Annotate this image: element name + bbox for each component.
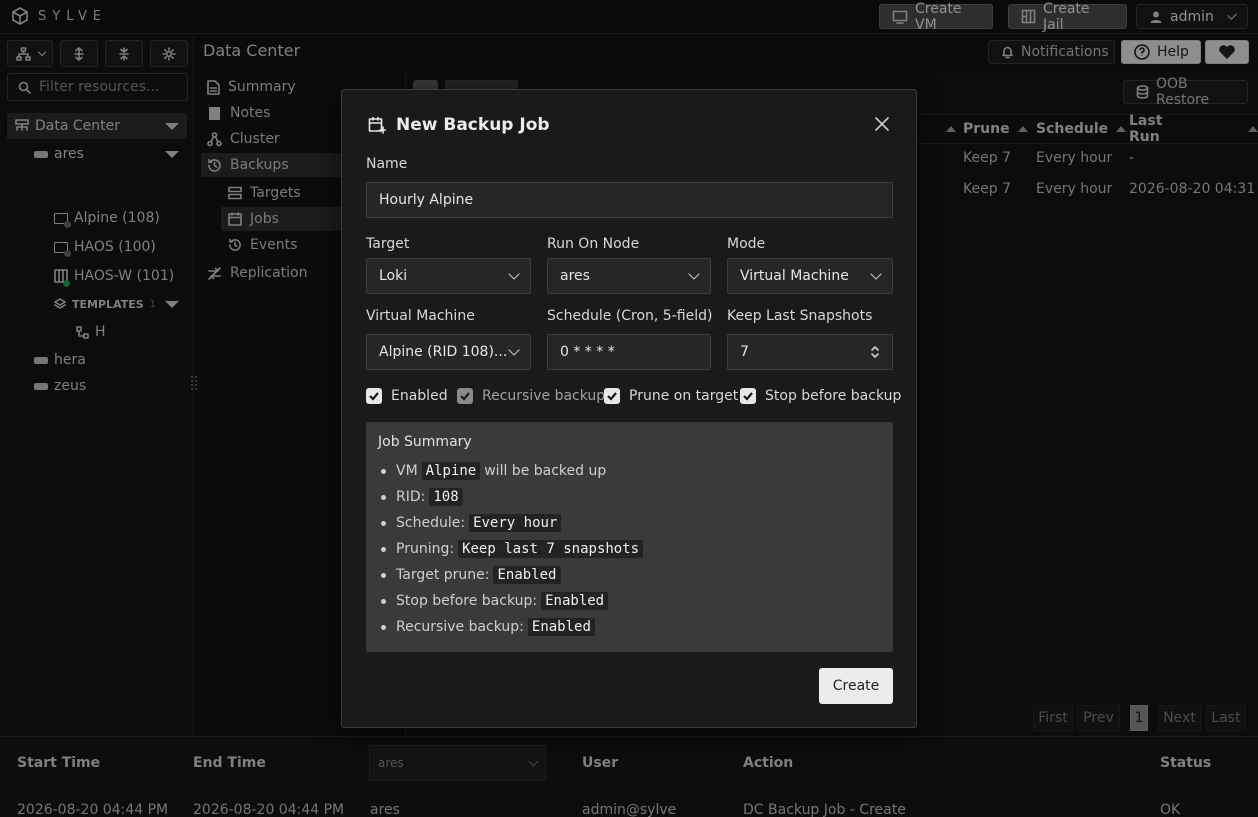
summary-item: Schedule: Every hour (378, 510, 881, 536)
chevron-down-icon (688, 268, 700, 280)
summary-item: Pruning: Keep last 7 snapshots (378, 536, 881, 562)
job-summary: Job Summary VM Alpine will be backed up RI… (366, 422, 893, 652)
summary-item: Stop before backup: Enabled (378, 588, 881, 614)
mode-label: Mode (727, 236, 766, 252)
name-value: Hourly Alpine (379, 192, 474, 208)
recursive-backup-checkbox[interactable]: Recursive backup (457, 388, 605, 404)
summary-title: Job Summary (378, 434, 472, 450)
vm-select[interactable]: Alpine (RID 108)... (366, 334, 531, 370)
checkbox-checked-icon (740, 388, 756, 404)
name-input[interactable]: Hourly Alpine (366, 182, 893, 218)
mode-select[interactable]: Virtual Machine (727, 258, 893, 294)
chevron-down-icon (508, 344, 520, 356)
summary-item: Recursive backup: Enabled (378, 614, 881, 640)
prune-on-target-checkbox[interactable]: Prune on target (604, 388, 738, 404)
vm-value: Alpine (RID 108)... (379, 344, 508, 360)
node-label: Run On Node (547, 236, 640, 252)
keep-snapshots-input[interactable]: 7 (727, 334, 893, 370)
stop-before-backup-checkbox[interactable]: Stop before backup (740, 388, 901, 404)
schedule-input[interactable]: 0 * * * * (547, 334, 711, 370)
close-icon[interactable] (874, 116, 890, 132)
name-label: Name (366, 156, 408, 172)
checkbox-checked-icon (604, 388, 620, 404)
schedule-label: Schedule (Cron, 5-field) (547, 308, 713, 324)
target-value: Loki (379, 268, 408, 284)
chevron-down-icon (870, 268, 882, 280)
checkbox-checked-icon (366, 388, 382, 404)
checkbox-label: Enabled (391, 388, 448, 404)
target-select[interactable]: Loki (366, 258, 531, 294)
keep-label: Keep Last Snapshots (727, 308, 873, 324)
calendar-plus-icon (368, 116, 386, 134)
checkbox-checked-icon (457, 388, 473, 404)
checkbox-label: Stop before backup (765, 388, 902, 404)
dialog-title-text: New Backup Job (396, 115, 550, 135)
run-on-node-select[interactable]: ares (547, 258, 711, 294)
enabled-checkbox[interactable]: Enabled (366, 388, 448, 404)
target-label: Target (366, 236, 410, 252)
chevron-down-icon (508, 268, 520, 280)
summary-item: Target prune: Enabled (378, 562, 881, 588)
vm-label: Virtual Machine (366, 308, 475, 324)
mode-value: Virtual Machine (740, 268, 849, 284)
node-value: ares (560, 268, 590, 284)
dialog-title: New Backup Job (368, 115, 550, 135)
create-button[interactable]: Create (819, 668, 893, 704)
stepper-icon[interactable] (870, 345, 880, 359)
checkbox-label: Recursive backup (482, 388, 606, 404)
keep-value: 7 (740, 344, 749, 360)
checkbox-label: Prune on target (629, 388, 739, 404)
new-backup-job-dialog: New Backup Job Name Hourly Alpine Target… (341, 89, 917, 728)
schedule-value: 0 * * * * (560, 344, 615, 360)
summary-item: RID: 108 (378, 484, 881, 510)
summary-item: VM Alpine will be backed up (378, 458, 881, 484)
